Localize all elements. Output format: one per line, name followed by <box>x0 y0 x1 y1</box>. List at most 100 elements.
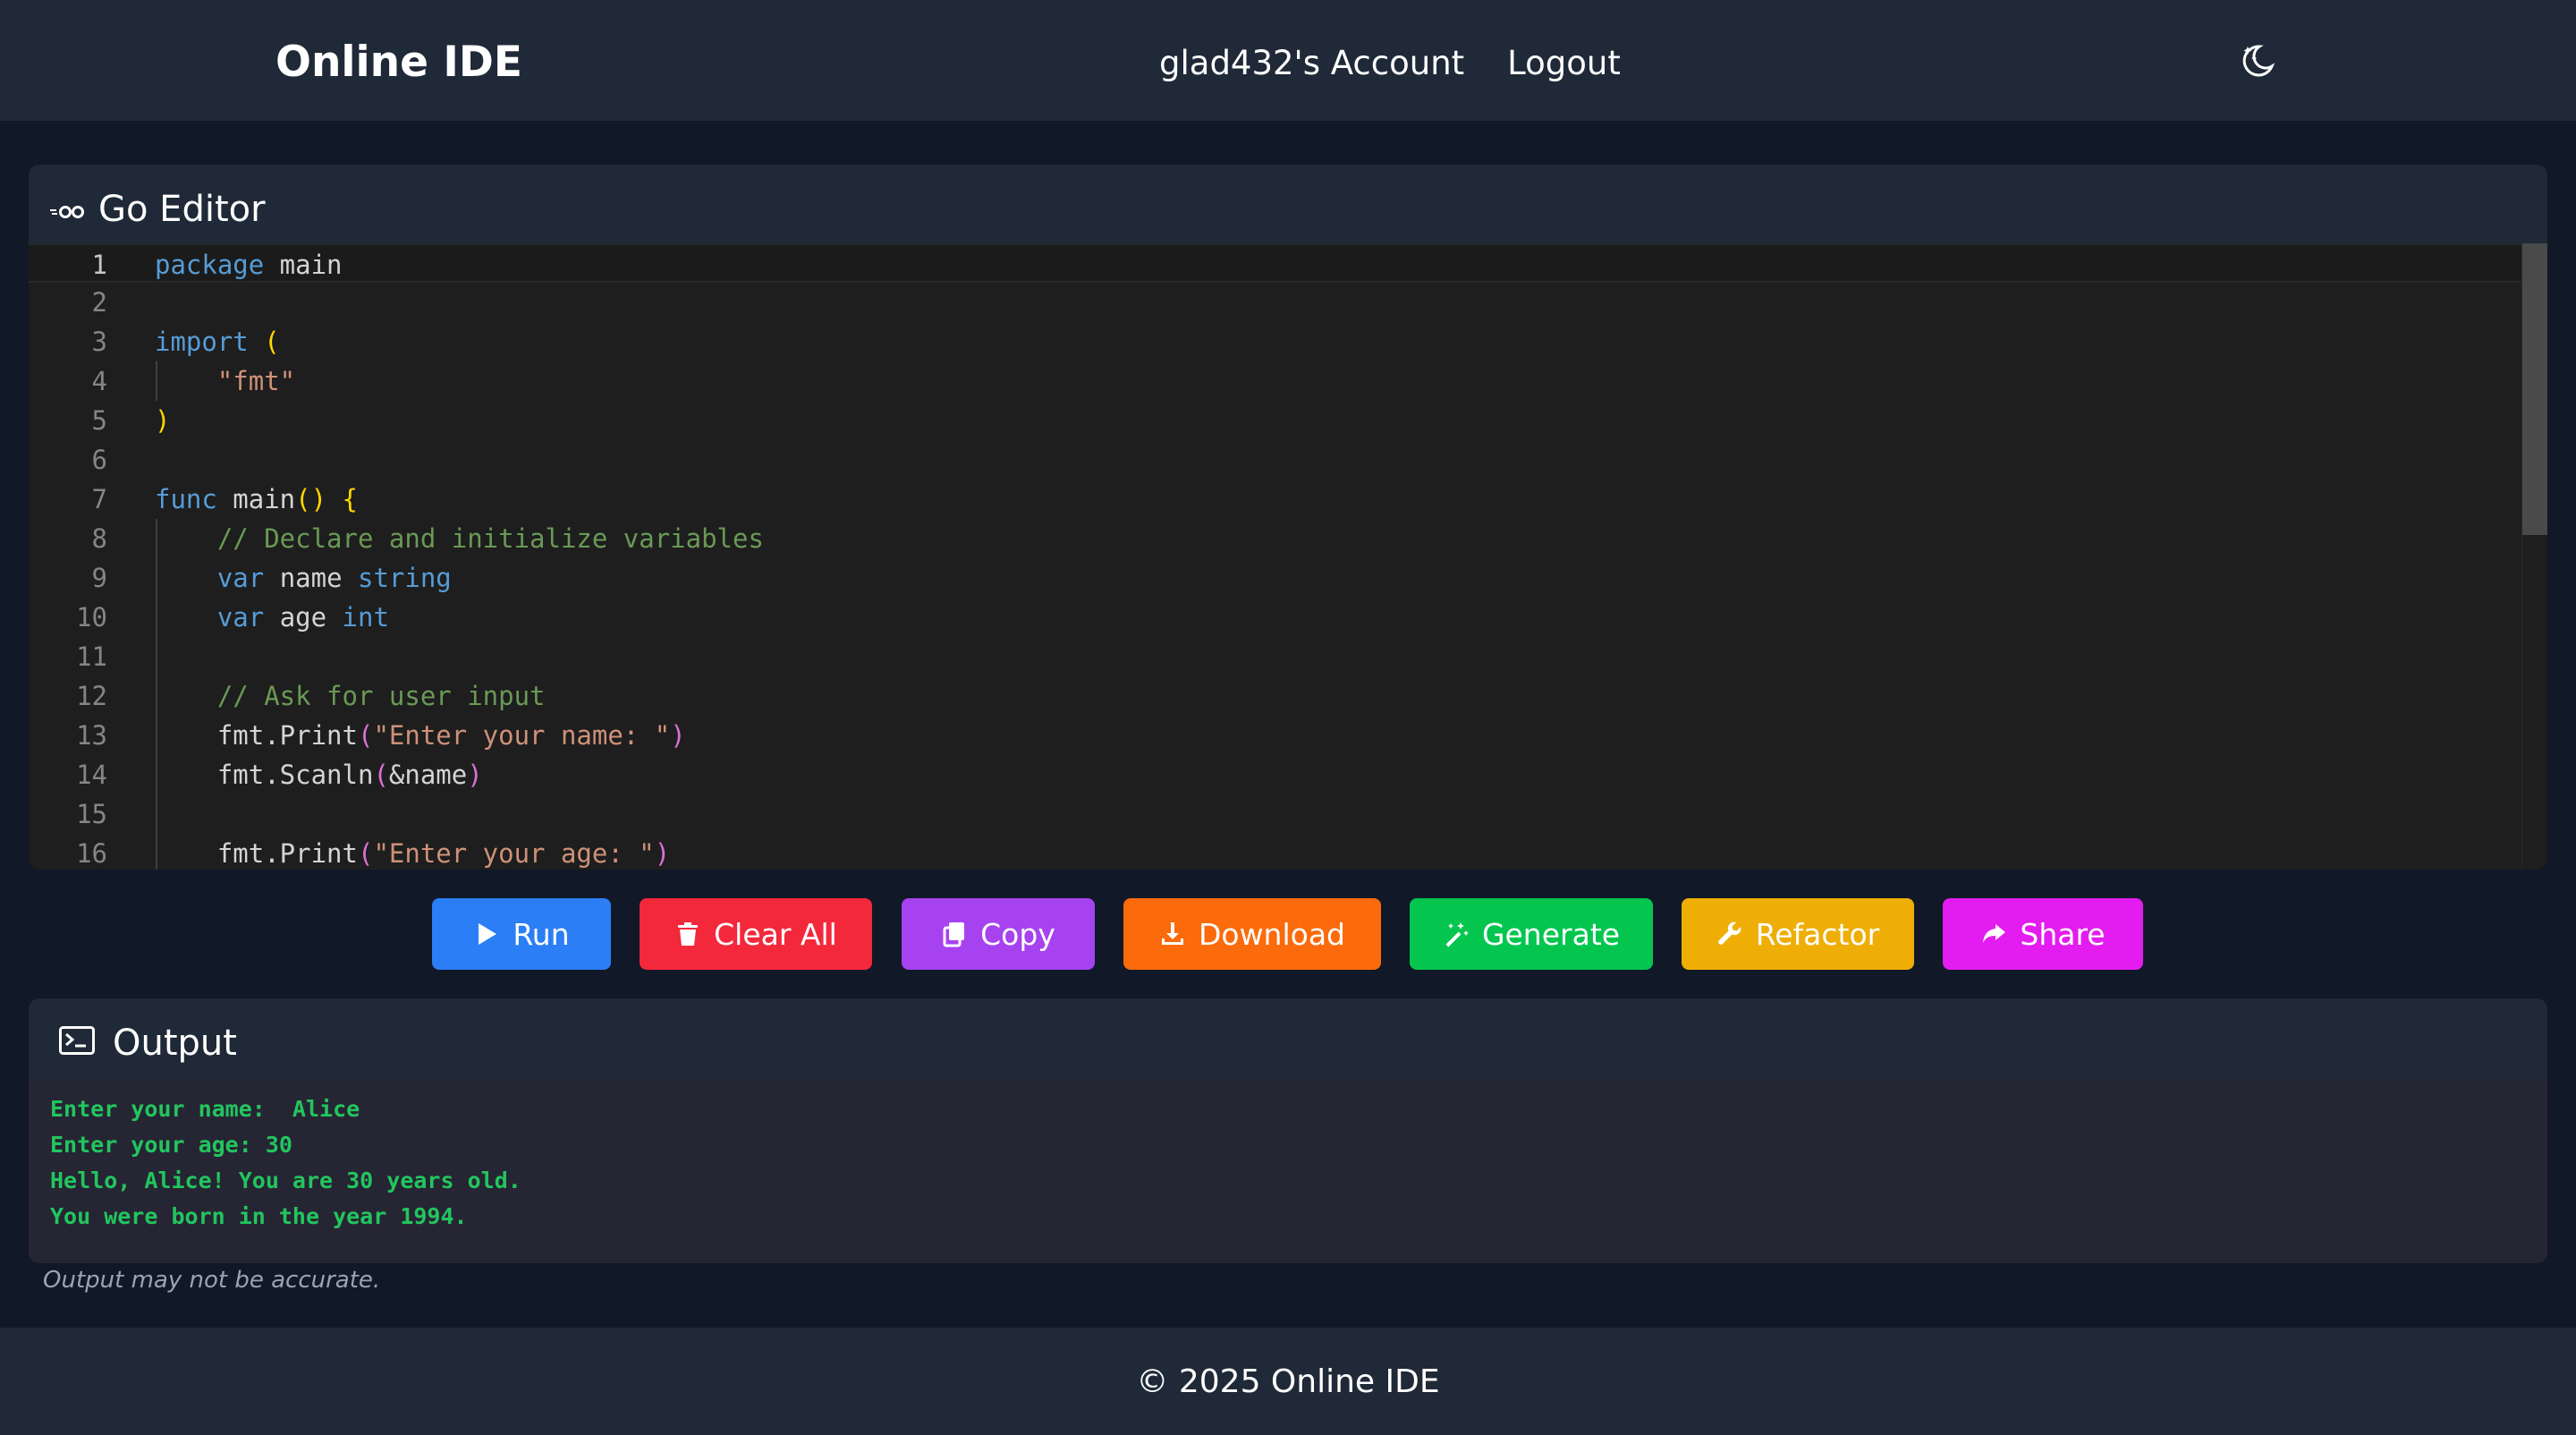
footer: © 2025 Online IDE <box>0 1328 2576 1435</box>
code-token: ( <box>357 720 374 751</box>
code-token: ( <box>373 760 389 790</box>
code-line[interactable]: 9 var name string <box>29 558 2522 598</box>
code-line[interactable]: 7 func main() { <box>29 480 2522 519</box>
code-line[interactable]: 8 // Declare and initialize variables <box>29 519 2522 558</box>
code-token: "fmt" <box>216 366 296 396</box>
output-line: You were born in the year 1994. <box>50 1203 468 1229</box>
code-text: fmt.Print("Enter your name: ") <box>155 716 686 755</box>
download-icon <box>1159 921 1186 947</box>
line-number: 10 <box>76 602 107 633</box>
code-token: fmt.Print <box>155 720 358 751</box>
code-token: ) <box>467 760 483 790</box>
code-token: package <box>155 250 265 280</box>
code-line[interactable]: 13 fmt.Print("Enter your name: ") <box>29 716 2522 755</box>
code-text: ) <box>155 401 170 440</box>
code-token: &name <box>388 760 468 790</box>
code-line[interactable]: 15 <box>29 794 2522 834</box>
line-number: 8 <box>91 523 107 554</box>
code-line[interactable]: 10 var age int <box>29 598 2522 637</box>
code-line[interactable]: 12 // Ask for user input <box>29 676 2522 716</box>
output-line: Hello, Alice! You are 30 years old. <box>50 1168 521 1193</box>
share-icon <box>1980 921 2007 947</box>
account-link[interactable]: glad432's Account <box>1159 44 1464 82</box>
code-token: age <box>264 602 343 633</box>
nav-links: glad432's Account Logout <box>1159 36 1621 89</box>
code-text: package main <box>155 245 343 284</box>
line-number: 13 <box>76 720 107 751</box>
code-text: "fmt" <box>155 361 295 401</box>
output-panel: Output Enter your name: Alice Enter your … <box>29 998 2547 1263</box>
code-text: func main() { <box>155 480 358 519</box>
code-text: // Declare and initialize variables <box>155 519 764 558</box>
button-label: Generate <box>1481 916 1621 952</box>
top-navbar: Online IDE glad432's Account Logout <box>0 0 2576 121</box>
code-token: func <box>155 484 217 514</box>
code-line[interactable]: 6 <box>29 440 2522 480</box>
code-token: fmt.Scanln <box>155 760 374 790</box>
code-line[interactable]: 3 import ( <box>29 322 2522 361</box>
line-number: 5 <box>91 405 107 436</box>
output-title: Output <box>113 1023 237 1064</box>
code-editor[interactable]: 16 fmt.Print("Enter your age: ") 15 14 fmt… <box>29 243 2547 870</box>
line-number: 11 <box>76 641 107 672</box>
line-number: 12 <box>76 681 107 711</box>
code-token: var <box>216 563 265 593</box>
code-token: string <box>358 563 452 593</box>
line-number: 9 <box>91 563 107 593</box>
share-button[interactable]: Share <box>1943 898 2143 970</box>
output-console: Enter your name: Alice Enter your age: 30… <box>29 1079 2547 1263</box>
button-label: Share <box>2020 916 2106 952</box>
output-disclaimer: Output may not be accurate. <box>43 1267 381 1294</box>
code-token: name <box>264 563 358 593</box>
refactor-button[interactable]: Refactor <box>1682 898 1914 970</box>
code-text: // Ask for user input <box>155 676 546 716</box>
button-label: Refactor <box>1755 916 1880 952</box>
code-token: import <box>155 327 249 357</box>
copy-icon <box>941 921 968 947</box>
play-icon <box>473 921 500 947</box>
editor-header: Go Editor <box>50 183 266 236</box>
copy-button[interactable]: Copy <box>902 898 1095 970</box>
editor-panel: Go Editor 16 fmt.Print("Enter your age: … <box>29 165 2547 870</box>
code-token: ) <box>654 838 671 869</box>
trash-icon <box>674 921 701 947</box>
logout-link[interactable]: Logout <box>1507 44 1621 82</box>
code-line[interactable]: 4 "fmt" <box>29 361 2522 401</box>
code-line[interactable]: 5) <box>29 401 2522 440</box>
line-number: 2 <box>91 287 107 318</box>
code-line[interactable]: 16 fmt.Print("Enter your age: ") <box>29 834 2522 870</box>
download-button[interactable]: Download <box>1123 898 1381 970</box>
go-logo-icon <box>50 189 86 230</box>
line-number: 4 <box>91 366 107 396</box>
button-label: Clear All <box>714 916 837 952</box>
indent-guide <box>156 519 157 870</box>
moon-stars-icon[interactable] <box>2236 39 2277 81</box>
code-line[interactable]: 11 <box>29 637 2522 676</box>
run-button[interactable]: Run <box>432 898 611 970</box>
code-token: () <box>295 484 327 514</box>
brand-title[interactable]: Online IDE <box>275 36 522 89</box>
output-line: Enter your name: Alice <box>50 1096 360 1122</box>
generate-button[interactable]: Generate <box>1410 898 1653 970</box>
output-header: Output <box>59 1016 237 1070</box>
code-text: import ( <box>155 322 280 361</box>
code-line[interactable]: 1 package main <box>29 243 2522 283</box>
code-token: { <box>342 484 359 514</box>
code-line[interactable]: 2 <box>29 283 2522 322</box>
editor-scrollbar[interactable] <box>2521 243 2547 870</box>
code-text: var name string <box>155 558 452 598</box>
code-line[interactable]: 14 fmt.Scanln(&name) <box>29 755 2522 794</box>
clear-all-button[interactable]: Clear All <box>640 898 872 970</box>
wrench-icon <box>1716 921 1743 947</box>
code-token: main <box>264 250 343 280</box>
code-token: "Enter your name: " <box>373 720 671 751</box>
code-token: ( <box>264 327 280 357</box>
scrollbar-thumb[interactable] <box>2522 243 2547 535</box>
code-text: fmt.Print("Enter your age: ") <box>155 834 670 870</box>
